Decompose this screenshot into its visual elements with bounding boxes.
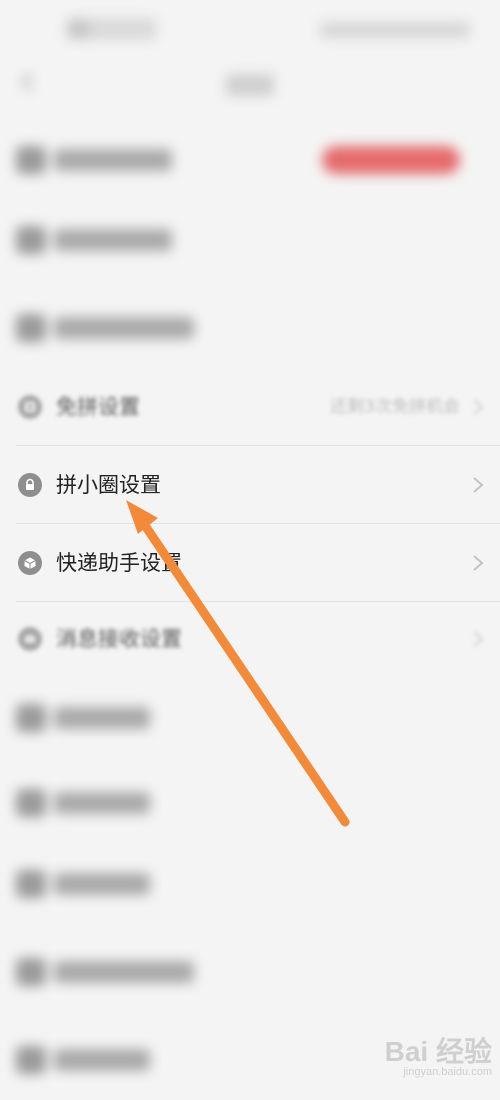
settings-row-blurred-3[interactable] — [0, 290, 500, 368]
mail-icon — [18, 627, 42, 651]
status-left-indicator — [66, 18, 156, 40]
blurred-row-icon — [16, 870, 46, 898]
watermark-main: Bai 经验 — [384, 1036, 492, 1067]
blurred-row-label — [54, 1049, 150, 1071]
settings-row-free-group[interactable]: 免拼设置 还剩3次免拼机会 — [0, 368, 500, 446]
package-icon — [18, 551, 42, 575]
row-right-text: 还剩3次免拼机会 — [330, 397, 460, 417]
settings-row-blurred-2[interactable] — [0, 202, 500, 280]
blurred-row-label — [54, 149, 172, 171]
status-right-indicators — [320, 22, 470, 38]
lock-icon — [18, 473, 42, 497]
row-label: 免拼设置 — [56, 395, 140, 419]
blurred-row-label — [54, 792, 150, 814]
settings-row-blurred-5[interactable] — [0, 765, 500, 843]
settings-row-circle[interactable]: 拼小圈设置 — [0, 446, 500, 524]
blurred-row-label — [54, 317, 194, 339]
blurred-row-icon — [16, 958, 46, 986]
settings-row-express[interactable]: 快递助手设置 — [0, 524, 500, 602]
row-label: 快递助手设置 — [56, 551, 182, 575]
watermark: Bai 经验 jingyan.baidu.com — [385, 1030, 492, 1078]
status-bar — [0, 0, 500, 60]
row-label: 拼小圈设置 — [56, 473, 161, 497]
settings-row-blurred-1[interactable] — [0, 122, 500, 200]
blurred-row-icon — [16, 789, 46, 817]
blurred-row-label — [54, 961, 194, 983]
free-group-icon — [18, 395, 42, 419]
blurred-row-icon — [16, 1046, 46, 1074]
page-title — [226, 74, 274, 96]
blurred-row-icon — [16, 146, 46, 174]
settings-row-blurred-4[interactable] — [0, 680, 500, 758]
blurred-row-icon — [16, 226, 46, 254]
chevron-right-icon — [473, 631, 484, 647]
chevron-right-icon — [473, 477, 484, 493]
back-arrow-icon[interactable] — [18, 72, 38, 92]
settings-row-message[interactable]: 消息接收设置 — [0, 602, 500, 680]
blurred-row-label — [54, 707, 150, 729]
red-badge — [322, 146, 460, 174]
chevron-right-icon — [473, 399, 484, 415]
blurred-row-label — [54, 873, 150, 895]
settings-row-blurred-7[interactable] — [0, 934, 500, 1012]
nav-bar — [0, 60, 500, 110]
blurred-row-icon — [16, 314, 46, 342]
row-label: 消息接收设置 — [56, 627, 182, 651]
chevron-right-icon — [473, 555, 484, 571]
blurred-row-label — [54, 229, 172, 251]
blurred-row-icon — [16, 704, 46, 732]
settings-row-blurred-6[interactable] — [0, 846, 500, 924]
